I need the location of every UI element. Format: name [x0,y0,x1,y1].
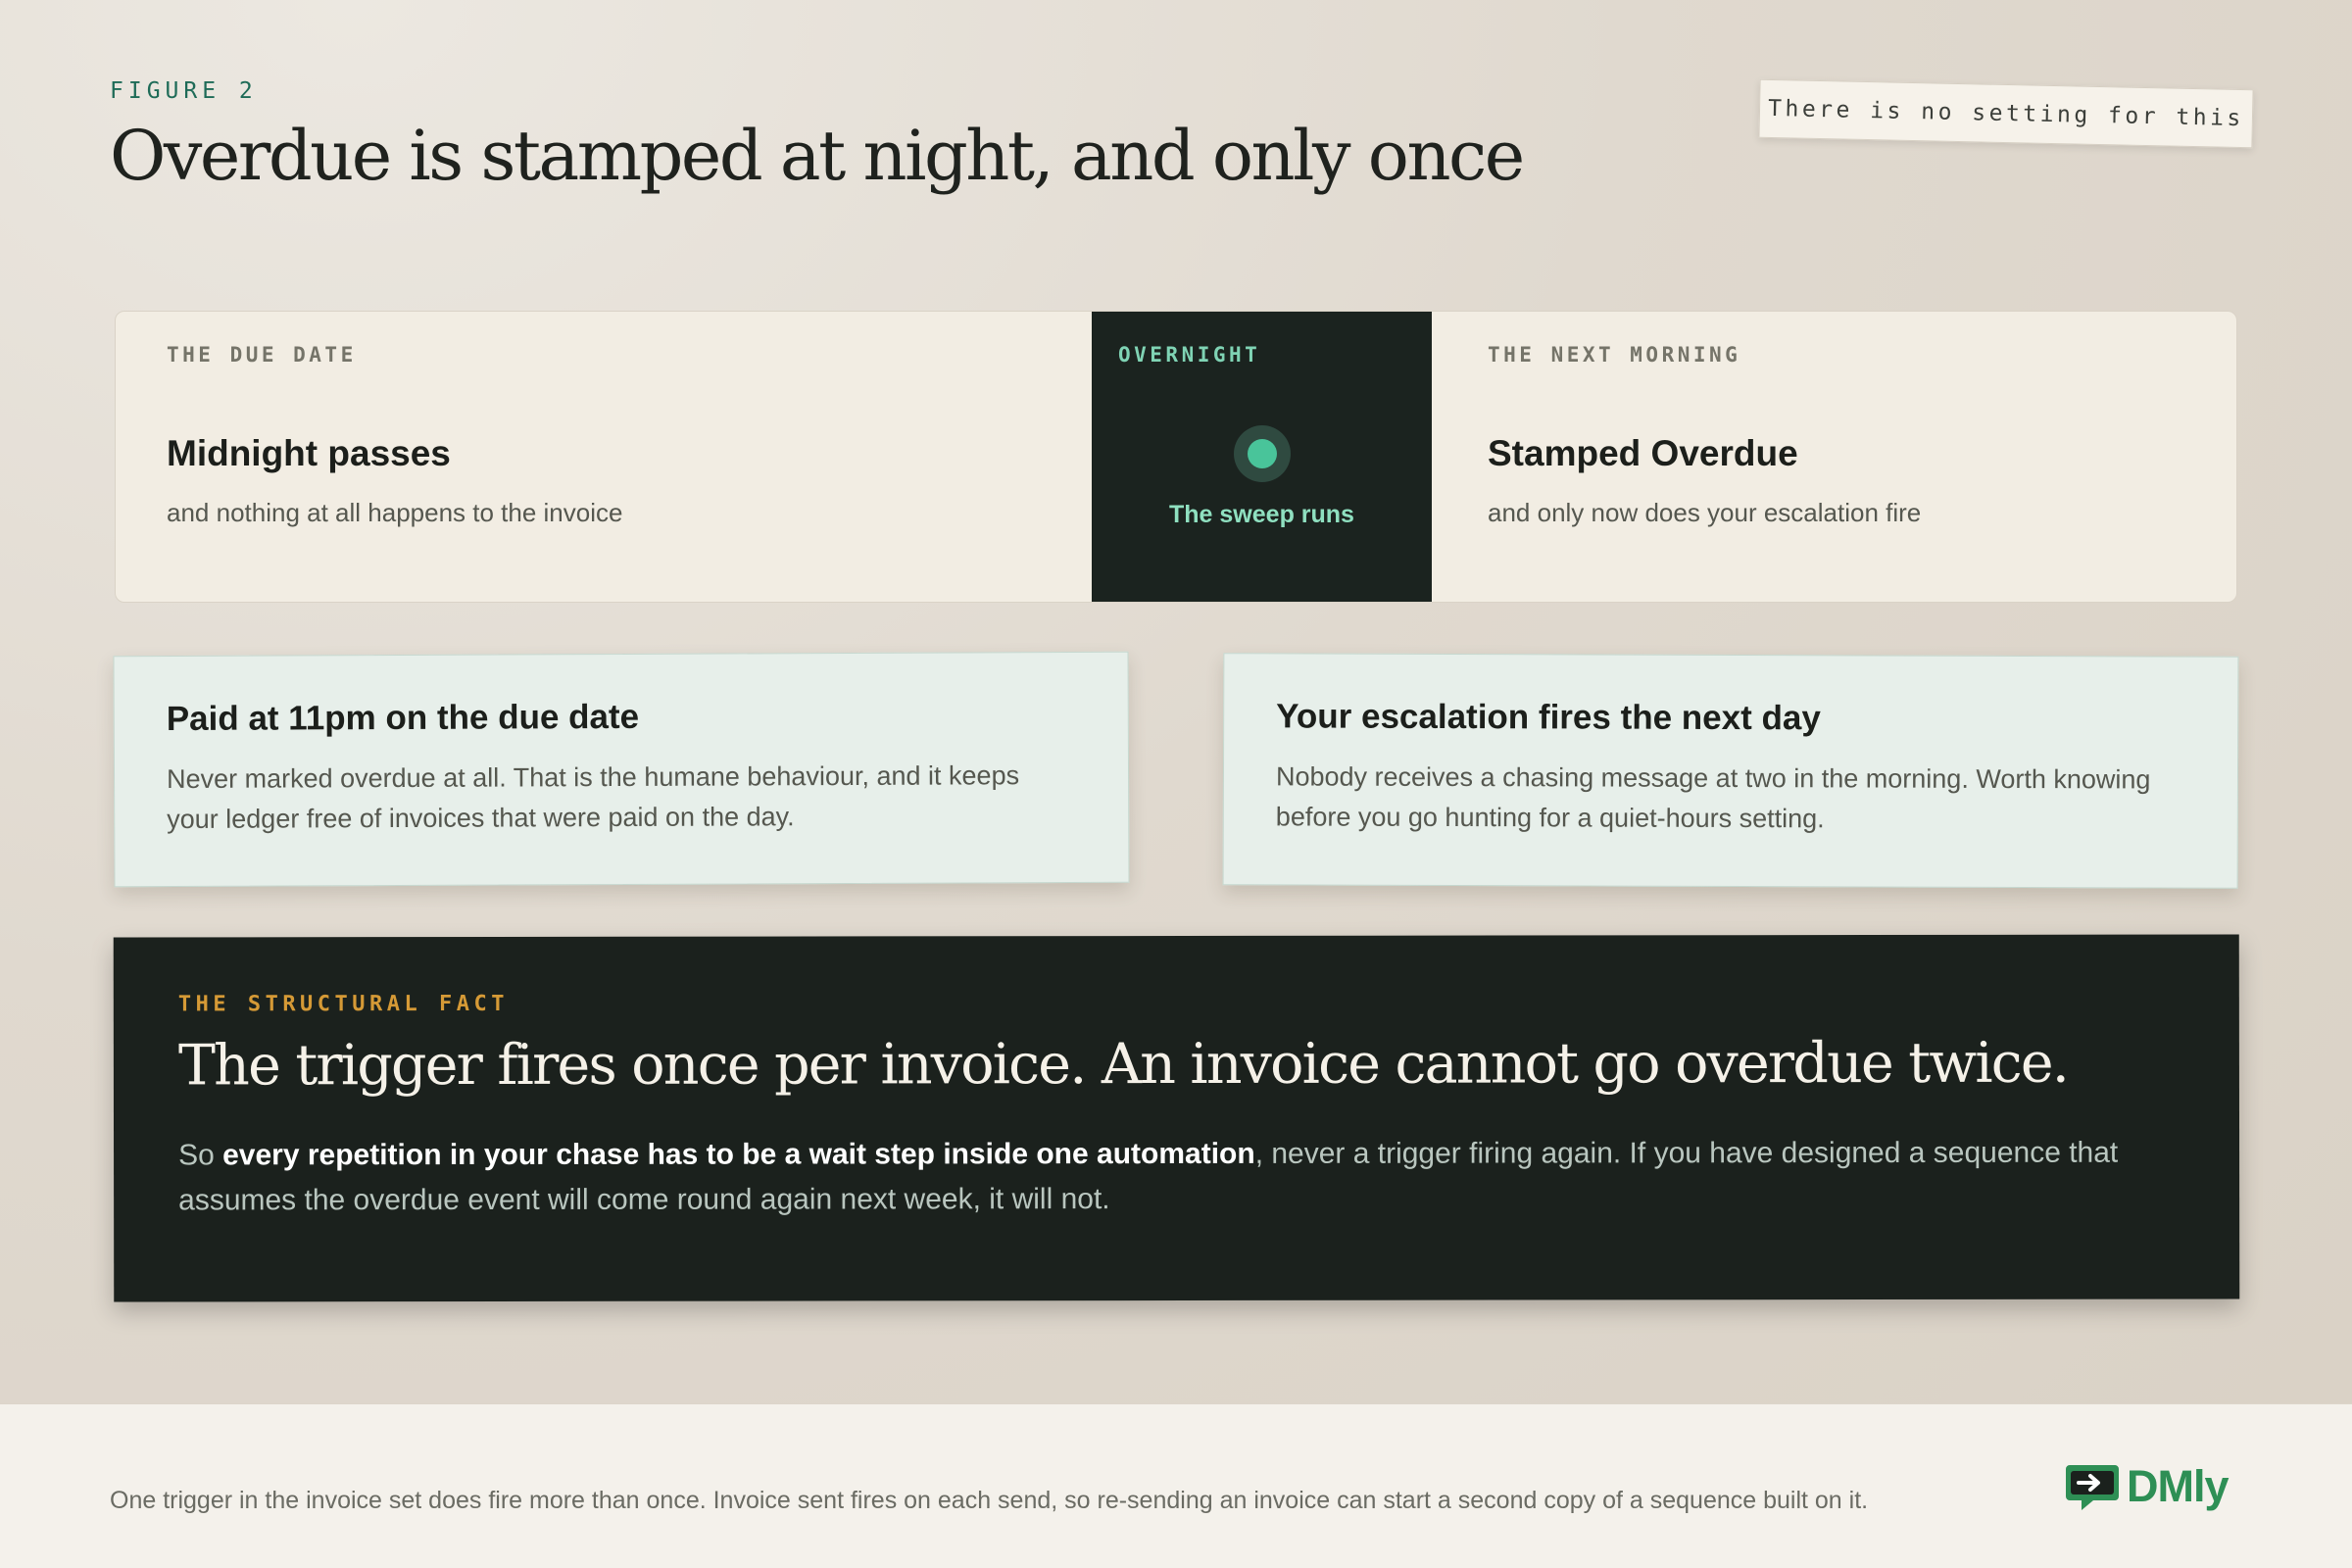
figure-label: FIGURE 2 [110,78,258,104]
fact-body-prefix: So [178,1139,223,1172]
timeline-due-date: THE DUE DATE Midnight passes and nothing… [116,312,1092,602]
fact-kicker: THE STRUCTURAL FACT [177,991,510,1017]
next-morning-title: Stamped Overdue [1488,433,1798,473]
note-title: Your escalation fires the next day [1276,697,1821,738]
fact-headline: The trigger fires once per invoice. An i… [177,1030,2069,1099]
note-card-paid-late: Paid at 11pm on the due date Never marke… [113,651,1130,888]
structural-fact-panel: THE STRUCTURAL FACT The trigger fires on… [113,934,2240,1302]
due-date-kicker: THE DUE DATE [167,343,357,367]
note-body: Nobody receives a chasing message at two… [1275,761,2151,834]
chat-arrow-icon [2066,1465,2119,1510]
logo-wordmark: DMly [2127,1461,2230,1511]
fact-body: So every repetition in your chase has to… [178,1131,2129,1224]
timeline-card: THE DUE DATE Midnight passes and nothing… [115,311,2237,603]
timeline-overnight: OVERNIGHT The sweep runs [1092,312,1432,602]
footer: One trigger in the invoice set does fire… [0,1403,2352,1568]
sweep-indicator-icon [1234,425,1291,482]
fact-body-emphasis: every repetition in your chase has to be… [222,1137,1255,1172]
timeline-next-morning: THE NEXT MORNING Stamped Overdue and onl… [1432,312,2236,602]
note-title: Paid at 11pm on the due date [166,697,640,739]
sweep-label: The sweep runs [1169,501,1354,528]
next-morning-kicker: THE NEXT MORNING [1488,343,1741,367]
page-title: Overdue is stamped at night, and only on… [110,116,1525,196]
due-date-subtitle: and nothing at all happens to the invoic… [167,498,623,527]
stamp-note: There is no setting for this [1758,78,2254,149]
footer-note: One trigger in the invoice set does fire… [110,1487,1869,1514]
due-date-title: Midnight passes [167,433,451,473]
next-morning-subtitle: and only now does your escalation fire [1488,498,1922,527]
note-card-escalation: Your escalation fires the next day Nobod… [1222,653,2239,889]
overnight-kicker: OVERNIGHT [1118,343,1261,367]
note-body: Never marked overdue at all. That is the… [166,760,1020,835]
brand-logo[interactable]: DMly [2064,1461,2230,1512]
